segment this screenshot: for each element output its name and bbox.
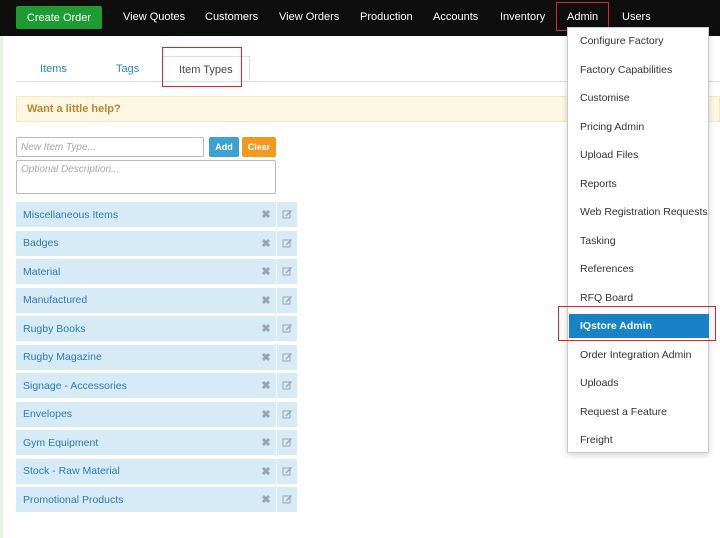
left-edge-strip — [0, 36, 3, 538]
nav-inventory[interactable]: Inventory — [500, 0, 545, 36]
edit-icon[interactable] — [277, 494, 297, 505]
delete-icon[interactable]: ✖ — [256, 265, 276, 278]
nav-accounts[interactable]: Accounts — [433, 0, 478, 36]
tab-tags[interactable]: Tags — [116, 56, 139, 82]
item-type-label[interactable]: Miscellaneous Items — [16, 209, 256, 221]
item-type-row[interactable]: Rugby Books ✖ — [16, 316, 297, 341]
item-type-label[interactable]: Promotional Products — [16, 494, 256, 506]
edit-icon[interactable] — [277, 209, 297, 220]
item-type-row[interactable]: Material ✖ — [16, 259, 297, 284]
item-type-label[interactable]: Signage - Accessories — [16, 380, 256, 392]
nav-customers[interactable]: Customers — [205, 0, 258, 36]
tab-item-types[interactable]: Item Types — [162, 56, 250, 82]
item-type-row[interactable]: Gym Equipment ✖ — [16, 430, 297, 455]
edit-icon[interactable] — [277, 323, 297, 334]
delete-icon[interactable]: ✖ — [256, 237, 276, 250]
menu-item-configure-factory[interactable]: Configure Factory — [569, 29, 709, 53]
item-type-label[interactable]: Manufactured — [16, 294, 256, 306]
menu-item-reports[interactable]: Reports — [569, 172, 709, 196]
menu-item-pricing-admin[interactable]: Pricing Admin — [569, 115, 709, 139]
menu-item-upload-files[interactable]: Upload Files — [569, 143, 709, 167]
item-type-label[interactable]: Rugby Books — [16, 323, 256, 335]
delete-icon[interactable]: ✖ — [256, 436, 276, 449]
menu-item-web-registration-requests[interactable]: Web Registration Requests — [569, 200, 709, 224]
menu-item-factory-capabilities[interactable]: Factory Capabilities — [569, 58, 709, 82]
menu-item-references[interactable]: References — [569, 257, 709, 281]
item-type-row[interactable]: Rugby Magazine ✖ — [16, 344, 297, 370]
delete-icon[interactable]: ✖ — [256, 208, 276, 221]
menu-item-customise[interactable]: Customise — [569, 86, 709, 110]
edit-icon[interactable] — [277, 437, 297, 448]
edit-icon[interactable] — [277, 352, 297, 363]
menu-item-iqstore-admin[interactable]: IQstore Admin — [569, 314, 709, 338]
item-type-label[interactable]: Envelopes — [16, 408, 256, 420]
item-type-label[interactable]: Gym Equipment — [16, 437, 256, 449]
item-type-row[interactable]: Manufactured ✖ — [16, 287, 297, 313]
delete-icon[interactable]: ✖ — [256, 294, 276, 307]
clear-button[interactable]: Clear — [242, 137, 276, 157]
item-type-row[interactable]: Stock - Raw Material ✖ — [16, 458, 297, 484]
delete-icon[interactable]: ✖ — [256, 493, 276, 506]
item-type-row[interactable]: Badges ✖ — [16, 230, 297, 256]
item-type-list: Miscellaneous Items ✖ Badges ✖ Material ✖ Manu… — [16, 202, 297, 516]
delete-icon[interactable]: ✖ — [256, 379, 276, 392]
description-textarea[interactable] — [16, 160, 276, 194]
menu-item-request-a-feature[interactable]: Request a Feature — [569, 400, 709, 424]
nav-view-orders[interactable]: View Orders — [279, 0, 339, 36]
item-type-label[interactable]: Badges — [16, 237, 256, 249]
menu-item-tasking[interactable]: Tasking — [569, 229, 709, 253]
item-type-label[interactable]: Rugby Magazine — [16, 351, 256, 363]
edit-icon[interactable] — [277, 466, 297, 477]
delete-icon[interactable]: ✖ — [256, 408, 276, 421]
menu-item-freight[interactable]: Freight — [569, 428, 709, 452]
item-type-label[interactable]: Material — [16, 266, 256, 278]
edit-icon[interactable] — [277, 380, 297, 391]
nav-view-quotes[interactable]: View Quotes — [123, 0, 185, 36]
nav-production[interactable]: Production — [360, 0, 413, 36]
edit-icon[interactable] — [277, 295, 297, 306]
delete-icon[interactable]: ✖ — [256, 351, 276, 364]
item-type-row[interactable]: Envelopes ✖ — [16, 401, 297, 427]
menu-item-order-integration-admin[interactable]: Order Integration Admin — [569, 343, 709, 367]
tab-items[interactable]: Items — [40, 56, 67, 82]
delete-icon[interactable]: ✖ — [256, 465, 276, 478]
menu-item-rfq-board[interactable]: RFQ Board — [569, 286, 709, 310]
edit-icon[interactable] — [277, 266, 297, 277]
item-type-label[interactable]: Stock - Raw Material — [16, 465, 256, 477]
item-type-row[interactable]: Signage - Accessories ✖ — [16, 373, 297, 398]
item-type-row[interactable]: Promotional Products ✖ — [16, 487, 297, 512]
item-type-row[interactable]: Miscellaneous Items ✖ — [16, 202, 297, 227]
menu-item-uploads[interactable]: Uploads — [569, 371, 709, 395]
create-order-button[interactable]: Create Order — [16, 6, 102, 29]
edit-icon[interactable] — [277, 238, 297, 249]
edit-icon[interactable] — [277, 409, 297, 420]
new-item-type-input[interactable] — [16, 137, 204, 157]
add-button[interactable]: Add — [209, 137, 239, 157]
delete-icon[interactable]: ✖ — [256, 322, 276, 335]
admin-dropdown-menu: Configure Factory Factory Capabilities Cus… — [567, 27, 709, 453]
